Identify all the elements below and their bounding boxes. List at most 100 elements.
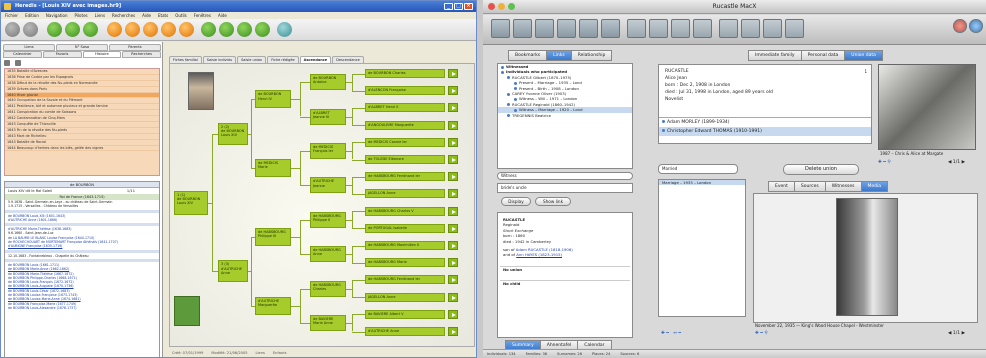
tree-node[interactable]: de HABSBOURG Philippe III [255, 227, 291, 246]
tree-node[interactable]: 3 (3) d'AUTRICHE Anne [218, 260, 248, 283]
tree-node[interactable]: 2 (2) de BOURBON Louis XIII [218, 122, 248, 145]
role-select[interactable]: Witness [497, 172, 633, 180]
expand-arrow-icon[interactable] [448, 206, 458, 216]
tree-node[interactable]: de BOURBON Antoine [310, 74, 346, 91]
tab-descendance[interactable]: Descendance [332, 56, 364, 63]
tree-node[interactable]: de HABSBOURG Charles V [365, 206, 445, 216]
list-item[interactable]: 1644 Beaucoup d'herbes dans les blés, ge… [5, 146, 159, 152]
tab-saisie-individu[interactable]: Saisie individu [202, 56, 237, 63]
delete-union-button[interactable]: Delete union [783, 164, 859, 175]
menu-item[interactable]: Navigation [46, 12, 68, 19]
expand-arrow-icon[interactable] [448, 172, 458, 182]
close-button[interactable]: × [464, 3, 473, 10]
tree-node[interactable]: d'ALBRET Jeanne III [310, 108, 346, 125]
tab-histoire[interactable]: Histoire [82, 51, 122, 58]
family-tool-icon[interactable] [513, 19, 532, 38]
minimize-button[interactable]: _ [444, 3, 453, 10]
photo-nav-buttons[interactable]: ✚ ━ ⚲ [878, 159, 891, 167]
sources-tool-icon[interactable] [719, 19, 738, 38]
tree-node[interactable]: JAGELLON Anne [365, 292, 445, 302]
tree-node[interactable]: d'AUTRICHE Marguerite [255, 296, 291, 315]
tab-favoris[interactable]: Favoris [42, 51, 82, 58]
tab-sources[interactable]: Sources [793, 181, 826, 192]
tree-node[interactable]: d'ALENCON Françoise [365, 86, 445, 96]
tab-liens[interactable]: Liens [3, 44, 55, 51]
edit-icon[interactable] [83, 22, 98, 37]
tab-immediate-family[interactable]: Immediate family [748, 50, 802, 61]
users-icon[interactable] [953, 19, 967, 33]
expand-arrow-icon[interactable] [448, 327, 458, 336]
expand-arrow-icon[interactable] [448, 120, 458, 130]
tree-node[interactable]: de HABSBOURG Ferdinand Ier [365, 275, 445, 285]
notes-tool-icon[interactable] [763, 19, 782, 38]
media-icon[interactable] [255, 22, 270, 37]
media-nav-buttons[interactable]: ✚ ━ ⚲ [755, 330, 768, 338]
print-icon[interactable] [15, 59, 21, 66]
places-tool-icon[interactable] [693, 19, 712, 38]
source-icon[interactable] [237, 22, 252, 37]
person-icon[interactable] [107, 22, 122, 37]
menu-item[interactable]: Fichier [5, 12, 18, 19]
event-item[interactable]: Marriage – 1935 – London [659, 180, 745, 186]
tree-node[interactable]: de BOURBON Charles [365, 69, 445, 78]
minimize-button[interactable] [498, 3, 505, 10]
add-icon[interactable] [65, 22, 80, 37]
person-tool-icon[interactable] [491, 19, 510, 38]
menu-item[interactable]: Etats [158, 12, 168, 19]
event-nav-buttons[interactable]: ✚ ━ ↔ ━ [661, 330, 681, 338]
tab-ascendance[interactable]: Ascendance [299, 56, 332, 63]
media-tool-icon[interactable] [741, 19, 760, 38]
union-icon[interactable] [143, 22, 158, 37]
tree-node[interactable]: d'ALBRET Henri II [365, 103, 445, 113]
child-icon[interactable] [161, 22, 176, 37]
union-item[interactable]: Adam MORLEY (1899-1934) [659, 118, 871, 127]
role-note-field[interactable]: bride's uncle [497, 183, 633, 193]
union-tool-icon[interactable] [601, 19, 620, 38]
tab-bookmarks[interactable]: Bookmarks [508, 50, 548, 61]
tree-node[interactable]: de HABSBOURG Marie [365, 258, 445, 268]
menu-item[interactable]: Outils [175, 12, 187, 19]
tree-node[interactable]: de BAVIERE Marie Anne [310, 314, 346, 331]
tab-witnesses[interactable]: Witnesses [824, 181, 862, 192]
family-icon[interactable] [125, 22, 140, 37]
expand-arrow-icon[interactable] [448, 189, 458, 199]
menu-item[interactable]: Fenêtres [194, 12, 211, 19]
tree-node[interactable]: 1 (1) de BOURBON Louis XIV [174, 190, 208, 215]
expand-arrow-icon[interactable] [448, 309, 458, 319]
binoculars-icon[interactable] [4, 59, 10, 66]
report-tool-icon[interactable] [671, 19, 690, 38]
tree-node[interactable]: de HABSBOURG Ferdinand Ier [365, 172, 445, 182]
tab-fiche-familiale[interactable]: Fiches familial [169, 56, 202, 63]
print-icon[interactable] [277, 22, 292, 37]
tab-fiche-redigee[interactable]: Fiche rédigée [267, 56, 299, 63]
expand-arrow-icon[interactable] [448, 86, 458, 96]
search-icon[interactable] [201, 22, 216, 37]
tab-personal-data[interactable]: Personal data [800, 50, 846, 61]
expand-arrow-icon[interactable] [448, 275, 458, 285]
display-button[interactable]: Display [501, 197, 531, 206]
child-tool-icon[interactable] [579, 19, 598, 38]
media-thumbnail[interactable] [174, 296, 200, 326]
expand-arrow-icon[interactable] [448, 137, 458, 147]
tree-node[interactable]: de HABSBOURG Maximilien II [365, 241, 445, 250]
show-link-button[interactable]: Show link [535, 197, 571, 206]
expand-arrow-icon[interactable] [448, 258, 458, 268]
forward-icon[interactable] [23, 22, 38, 37]
tree-node[interactable]: de BAVIERE Albert V [365, 309, 445, 319]
union-item[interactable]: Christopher Edward THOMAS (1910-1991) [659, 127, 871, 136]
tree-node[interactable]: JAGELLON Anne [365, 189, 445, 199]
stats-tool-icon[interactable] [785, 19, 804, 38]
menu-item[interactable]: Recherches [112, 12, 135, 19]
person-link[interactable]: de BOURBON Louis-Alexandre (1678-1737) [5, 306, 159, 310]
tree-node[interactable]: de MEDICIS Marie [255, 159, 291, 178]
sibling-icon[interactable] [179, 22, 194, 37]
tab-saisie-union[interactable]: Saisie union [237, 56, 267, 63]
place-icon[interactable] [219, 22, 234, 37]
father-tool-icon[interactable] [535, 19, 554, 38]
tab-links[interactable]: Links [546, 50, 572, 61]
tree-node[interactable]: d'AUTRICHE Jeanne [310, 177, 346, 194]
tab-event[interactable]: Event [768, 181, 795, 192]
expand-arrow-icon[interactable] [448, 292, 458, 302]
tab-media[interactable]: Media [860, 181, 889, 192]
tab-sosa[interactable]: N° Sosa [56, 44, 108, 51]
